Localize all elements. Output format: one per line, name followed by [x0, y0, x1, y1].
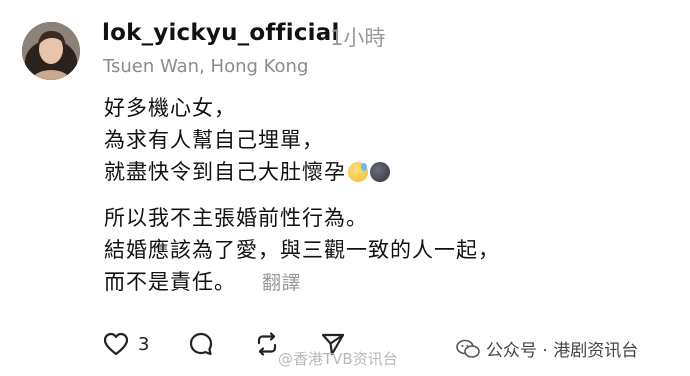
- post-line: 所以我不主張婚前性行為。: [104, 206, 368, 230]
- post-line-text: 就盡快令到自己大肚懷孕: [104, 160, 346, 184]
- post-line: 就盡快令到自己大肚懷孕: [104, 156, 500, 188]
- sweat-smile-emoji-icon: [348, 162, 368, 182]
- weibo-watermark: @香港TVB资讯台: [278, 350, 398, 368]
- wechat-watermark: 公众号 · 港剧资讯台: [456, 336, 638, 361]
- post-line: 而不是責任。 翻譯: [104, 266, 500, 299]
- translate-link[interactable]: 翻譯: [262, 272, 301, 294]
- post-line-text: 而不是責任。: [104, 270, 236, 294]
- post-line: 好多機心女，: [104, 96, 236, 120]
- username[interactable]: lok_yickyu_official: [102, 20, 340, 46]
- wechat-watermark-text: 公众号 · 港剧资讯台: [486, 341, 639, 361]
- wechat-icon: [456, 339, 480, 358]
- heart-icon: [103, 332, 129, 356]
- location[interactable]: Tsuen Wan, Hong Kong: [103, 56, 308, 77]
- comment-button[interactable]: [187, 330, 215, 358]
- avatar[interactable]: [22, 22, 80, 80]
- like-button[interactable]: 3: [102, 330, 149, 358]
- post-line: 結婚應該為了愛，與三觀一致的人一起，: [104, 238, 500, 262]
- post-text: 好多機心女， 為求有人幫自己埋單， 就盡快令到自己大肚懷孕 所以我不主張婚前性行…: [104, 92, 500, 299]
- avatar-image: [22, 22, 80, 80]
- post-line: 為求有人幫自己埋單，: [104, 128, 324, 152]
- like-count: 3: [138, 333, 150, 355]
- post-time: 1小時: [330, 26, 386, 50]
- new-moon-face-emoji-icon: [370, 162, 390, 182]
- comment-icon: [190, 332, 213, 356]
